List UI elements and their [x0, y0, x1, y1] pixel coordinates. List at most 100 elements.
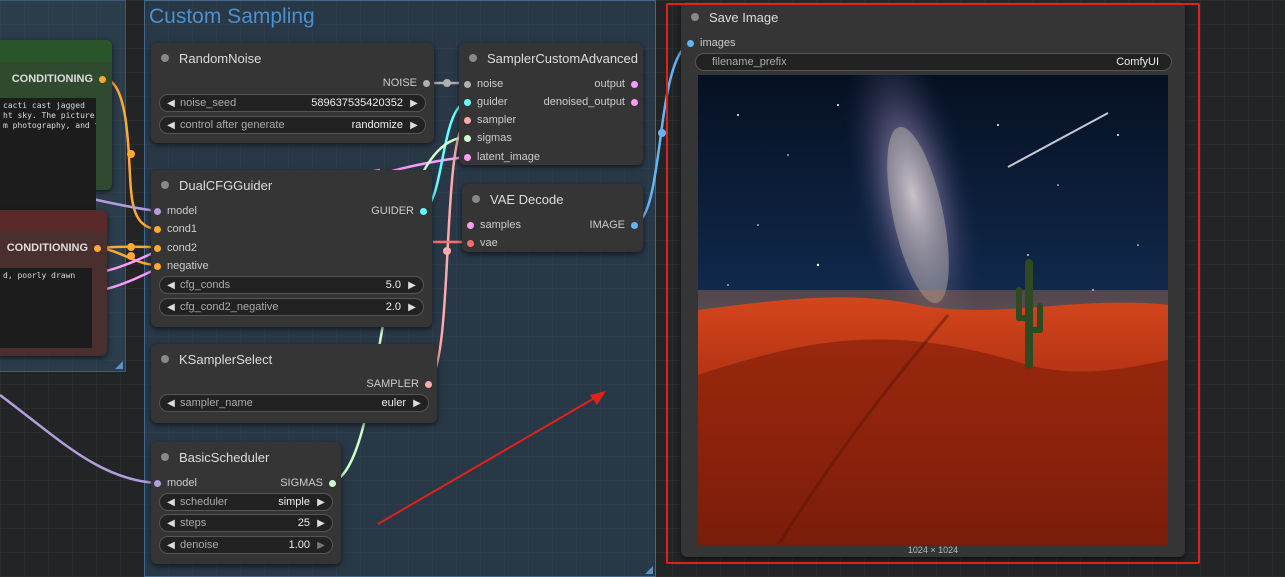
widget-value: 2.0	[385, 301, 401, 313]
image-output[interactable]: IMAGE	[590, 218, 638, 232]
cfg-conds-widget[interactable]: ◀ cfg_conds 5.0 ▶	[159, 276, 424, 294]
input-pin[interactable]	[154, 479, 161, 487]
control-after-generate-widget[interactable]: ◀ control after generate randomize ▶	[159, 116, 426, 134]
denoised-output-output[interactable]: denoised_output	[544, 95, 638, 109]
widget-value: simple	[278, 496, 310, 508]
collapse-dot-icon[interactable]	[161, 181, 169, 189]
input-pin[interactable]	[154, 207, 161, 215]
input-pin[interactable]	[467, 221, 474, 229]
decrement-arrow-icon[interactable]: ◀	[166, 518, 176, 529]
guider-output[interactable]: GUIDER	[371, 204, 427, 218]
increment-arrow-icon[interactable]: ▶	[409, 120, 419, 131]
collapse-dot-icon[interactable]	[161, 355, 169, 363]
negative-input[interactable]: negative	[154, 259, 209, 273]
steps-widget[interactable]: ◀ steps 25 ▶	[159, 514, 333, 532]
decrement-arrow-icon[interactable]: ◀	[166, 497, 176, 508]
output-pin[interactable]	[329, 479, 336, 487]
cond2-input[interactable]: cond2	[154, 241, 197, 255]
sampler-output[interactable]: SAMPLER	[366, 377, 432, 391]
increment-arrow-icon[interactable]: ▶	[409, 98, 419, 109]
input-label: model	[167, 477, 197, 489]
model-input[interactable]: model	[154, 204, 197, 218]
widget-label: denoise	[180, 539, 219, 551]
sampler-name-widget[interactable]: ◀ sampler_name euler ▶	[159, 394, 429, 412]
scheduler-widget[interactable]: ◀ scheduler simple ▶	[159, 493, 333, 511]
conditioning-pin[interactable]	[99, 75, 106, 83]
noise-pin[interactable]	[423, 79, 430, 87]
input-label: noise	[477, 78, 504, 90]
sigmas-input[interactable]: sigmas	[464, 131, 512, 145]
dual-cfg-guider-node[interactable]: DualCFGGuider model cond1 cond2 negative…	[151, 170, 432, 327]
increment-arrow-icon[interactable]: ▶	[316, 497, 326, 508]
node-header[interactable]: KSamplerSelect	[151, 344, 437, 374]
collapse-dot-icon[interactable]	[161, 453, 169, 461]
guider-input[interactable]: guider	[464, 95, 508, 109]
conditioning-output[interactable]: CONDITIONING	[7, 241, 101, 255]
sampler-input[interactable]: sampler	[464, 113, 516, 127]
conditioning-output-label: CONDITIONING	[6, 242, 88, 254]
samples-input[interactable]: samples	[467, 218, 521, 232]
node-header[interactable]: RandomNoise	[151, 43, 434, 73]
increment-arrow-icon[interactable]: ▶	[412, 398, 422, 409]
output-pin[interactable]	[425, 380, 432, 388]
sigmas-output[interactable]: SIGMAS	[280, 476, 336, 490]
noise-seed-widget[interactable]: ◀ noise_seed 589637535420352 ▶	[159, 94, 426, 112]
decrement-arrow-icon[interactable]: ◀	[166, 120, 176, 131]
positive-prompt-node[interactable]: CONDITIONING cacti cast jagged ht sky. T…	[0, 40, 112, 222]
noise-input[interactable]: noise	[464, 77, 503, 91]
conditioning-pin[interactable]	[94, 244, 101, 252]
decrement-arrow-icon[interactable]: ◀	[166, 98, 176, 109]
increment-arrow-icon[interactable]: ▶	[407, 302, 417, 313]
noise-output[interactable]: NOISE	[383, 76, 430, 90]
input-pin[interactable]	[154, 244, 161, 252]
latent-image-input[interactable]: latent_image	[464, 150, 540, 164]
decrement-arrow-icon[interactable]: ◀	[166, 540, 176, 551]
prompt-text-area[interactable]: cacti cast jagged ht sky. The picture m …	[0, 98, 96, 222]
input-pin[interactable]	[464, 134, 471, 142]
output-pin[interactable]	[631, 80, 638, 88]
vae-input[interactable]: vae	[467, 236, 498, 250]
node-header[interactable]: SamplerCustomAdvanced	[459, 43, 643, 73]
sampler-custom-advanced-node[interactable]: SamplerCustomAdvanced noise guider sampl…	[459, 43, 643, 165]
cfg-cond2-negative-widget[interactable]: ◀ cfg_cond2_negative 2.0 ▶	[159, 298, 424, 316]
output-label: output	[594, 78, 625, 90]
output-pin[interactable]	[631, 98, 638, 106]
input-pin[interactable]	[464, 153, 471, 161]
random-noise-node[interactable]: RandomNoise NOISE ◀ noise_seed 589637535…	[151, 43, 434, 143]
basic-scheduler-node[interactable]: BasicScheduler model SIGMAS ◀ scheduler …	[151, 442, 341, 564]
collapse-dot-icon[interactable]	[161, 54, 169, 62]
node-header[interactable]: VAE Decode	[462, 184, 643, 214]
collapse-dot-icon[interactable]	[469, 54, 477, 62]
collapse-dot-icon[interactable]	[472, 195, 480, 203]
ksampler-select-node[interactable]: KSamplerSelect SAMPLER ◀ sampler_name eu…	[151, 344, 437, 423]
node-header[interactable]: DualCFGGuider	[151, 170, 432, 200]
prompt-text-area[interactable]: d, poorly drawn	[0, 268, 92, 348]
increment-arrow-icon[interactable]: ▶	[316, 518, 326, 529]
output-output[interactable]: output	[594, 77, 638, 91]
input-pin[interactable]	[464, 116, 471, 124]
decrement-arrow-icon[interactable]: ◀	[166, 280, 176, 291]
decrement-arrow-icon[interactable]: ◀	[166, 398, 176, 409]
vae-decode-node[interactable]: VAE Decode samples vae IMAGE	[462, 184, 643, 252]
output-pin[interactable]	[420, 207, 427, 215]
increment-arrow-icon[interactable]: ▶	[316, 540, 326, 551]
input-pin[interactable]	[464, 80, 471, 88]
denoise-widget[interactable]: ◀ denoise 1.00 ▶	[159, 536, 333, 554]
noise-output-label: NOISE	[382, 77, 417, 89]
conditioning-output[interactable]: CONDITIONING	[12, 72, 106, 86]
input-pin[interactable]	[154, 225, 161, 233]
increment-arrow-icon[interactable]: ▶	[407, 280, 417, 291]
cond1-input[interactable]: cond1	[154, 222, 197, 236]
node-header[interactable]: BasicScheduler	[151, 442, 341, 472]
input-pin[interactable]	[467, 239, 474, 247]
input-pin[interactable]	[464, 98, 471, 106]
output-pin[interactable]	[631, 221, 638, 229]
node-title: BasicScheduler	[179, 449, 270, 465]
model-input[interactable]: model	[154, 476, 197, 490]
conditioning-output-label: CONDITIONING	[11, 73, 93, 85]
widget-label: steps	[180, 517, 207, 529]
input-label: guider	[477, 96, 508, 108]
input-pin[interactable]	[154, 262, 161, 270]
decrement-arrow-icon[interactable]: ◀	[166, 302, 176, 313]
negative-prompt-node[interactable]: CONDITIONING d, poorly drawn	[0, 210, 107, 356]
